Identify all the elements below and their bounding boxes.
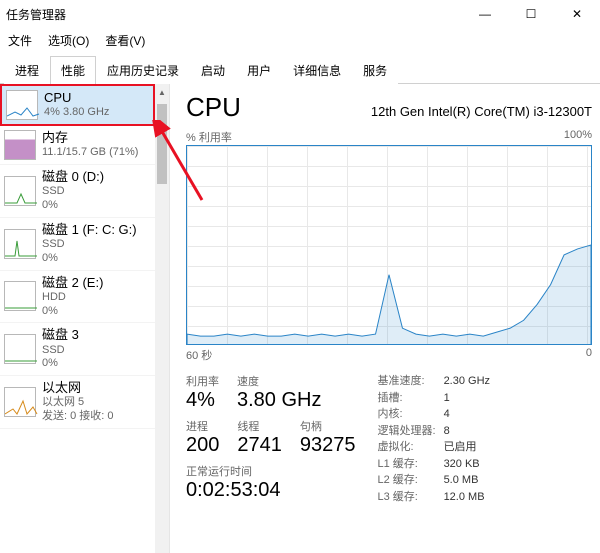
- cores-label: 内核:: [378, 406, 436, 423]
- cpu-utilization-chart[interactable]: [186, 145, 592, 345]
- scrollbar-thumb[interactable]: [157, 104, 167, 184]
- disk3-thumb-icon: [4, 334, 36, 364]
- sidebar-item-disk3[interactable]: 磁盘 3 SSD 0%: [0, 323, 155, 376]
- tab-strip: 进程 性能 应用历史记录 启动 用户 详细信息 服务: [0, 55, 600, 84]
- details-panel: CPU 12th Gen Intel(R) Core(TM) i3-12300T…: [170, 84, 600, 553]
- sidebar-item-disk2[interactable]: 磁盘 2 (E:) HDD 0%: [0, 271, 155, 324]
- sidebar-scrollbar[interactable]: ▲: [155, 84, 169, 553]
- sockets-value: 1: [444, 390, 490, 407]
- minimize-button[interactable]: —: [462, 0, 508, 28]
- hnd-label: 句柄: [300, 418, 356, 434]
- title-bar: 任务管理器 — ☐ ✕: [0, 0, 600, 28]
- l2-label: L2 缓存:: [378, 472, 436, 489]
- sidebar-disk2-title: 磁盘 2 (E:): [42, 275, 103, 291]
- thr-value: 2741: [237, 434, 282, 457]
- sidebar-mem-title: 内存: [42, 130, 138, 146]
- hnd-value: 93275: [300, 434, 356, 457]
- scroll-up-icon[interactable]: ▲: [155, 84, 169, 100]
- sidebar-disk0-title: 磁盘 0 (D:): [42, 169, 104, 185]
- disk2-thumb-icon: [4, 281, 36, 311]
- sidebar-eth-title: 以太网: [42, 380, 114, 396]
- cores-value: 4: [444, 406, 490, 423]
- lproc-value: 8: [444, 423, 490, 440]
- sidebar-item-cpu[interactable]: CPU 4% 3.80 GHz: [0, 84, 155, 126]
- sidebar-item-memory[interactable]: 内存 11.1/15.7 GB (71%): [0, 126, 155, 165]
- sidebar-disk3-title: 磁盘 3: [42, 327, 79, 343]
- chart-y-max: 100%: [564, 129, 592, 145]
- menu-options[interactable]: 选项(O): [48, 32, 89, 49]
- proc-label: 进程: [186, 418, 219, 434]
- tab-history[interactable]: 应用历史记录: [96, 56, 190, 84]
- l3-label: L3 缓存:: [378, 489, 436, 506]
- chart-y-label: % 利用率: [186, 129, 232, 145]
- sockets-label: 插槽:: [378, 390, 436, 407]
- sidebar-mem-sub: 11.1/15.7 GB (71%): [42, 146, 138, 160]
- speed-label: 速度: [237, 373, 321, 389]
- chart-x-right: 0: [586, 347, 592, 363]
- close-button[interactable]: ✕: [554, 0, 600, 28]
- sidebar-disk1-title: 磁盘 1 (F: C: G:): [42, 222, 137, 238]
- uptime-value: 0:02:53:04: [186, 479, 356, 502]
- tab-performance[interactable]: 性能: [50, 56, 96, 84]
- chart-x-left: 60 秒: [186, 347, 212, 363]
- base-speed-value: 2.30 GHz: [444, 373, 490, 390]
- base-speed-label: 基准速度:: [378, 373, 436, 390]
- lproc-label: 逻辑处理器:: [378, 423, 436, 440]
- menu-bar: 文件 选项(O) 查看(V): [0, 28, 600, 55]
- menu-file[interactable]: 文件: [8, 32, 32, 49]
- util-value: 4%: [186, 389, 219, 412]
- virt-value: 已启用: [444, 439, 490, 456]
- proc-value: 200: [186, 434, 219, 457]
- spec-block: 基准速度: 插槽: 内核: 逻辑处理器: 虚拟化: L1 缓存: L2 缓存: …: [378, 373, 491, 505]
- stats-block: 利用率 4% 速度 3.80 GHz 进程 200 线程 274: [186, 373, 592, 505]
- ethernet-thumb-icon: [4, 387, 36, 417]
- window-controls: — ☐ ✕: [462, 0, 600, 28]
- disk1-thumb-icon: [4, 229, 36, 259]
- main-area: CPU 4% 3.80 GHz 内存 11.1/15.7 GB (71%) 磁盘…: [0, 84, 600, 553]
- cpu-thumb-icon: [6, 90, 38, 120]
- util-label: 利用率: [186, 373, 219, 389]
- l1-value: 320 KB: [444, 456, 490, 473]
- tab-startup[interactable]: 启动: [190, 56, 236, 84]
- tab-details[interactable]: 详细信息: [282, 56, 352, 84]
- virt-label: 虚拟化:: [378, 439, 436, 456]
- sidebar-item-ethernet[interactable]: 以太网 以太网 5 发送: 0 接收: 0: [0, 376, 155, 429]
- window-title: 任务管理器: [6, 6, 66, 23]
- tab-processes[interactable]: 进程: [4, 56, 50, 84]
- tab-services[interactable]: 服务: [352, 56, 398, 84]
- l3-value: 12.0 MB: [444, 489, 490, 506]
- panel-cpu-name: 12th Gen Intel(R) Core(TM) i3-12300T: [371, 104, 592, 119]
- tab-users[interactable]: 用户: [236, 56, 282, 84]
- memory-thumb-icon: [4, 130, 36, 160]
- disk0-thumb-icon: [4, 176, 36, 206]
- sidebar-item-disk0[interactable]: 磁盘 0 (D:) SSD 0%: [0, 165, 155, 218]
- l2-value: 5.0 MB: [444, 472, 490, 489]
- panel-title: CPU: [186, 92, 241, 123]
- speed-value: 3.80 GHz: [237, 389, 321, 412]
- sidebar-item-disk1[interactable]: 磁盘 1 (F: C: G:) SSD 0%: [0, 218, 155, 271]
- menu-view[interactable]: 查看(V): [105, 32, 145, 49]
- sidebar: CPU 4% 3.80 GHz 内存 11.1/15.7 GB (71%) 磁盘…: [0, 84, 170, 553]
- maximize-button[interactable]: ☐: [508, 0, 554, 28]
- l1-label: L1 缓存:: [378, 456, 436, 473]
- thr-label: 线程: [237, 418, 282, 434]
- uptime-label: 正常运行时间: [186, 463, 356, 479]
